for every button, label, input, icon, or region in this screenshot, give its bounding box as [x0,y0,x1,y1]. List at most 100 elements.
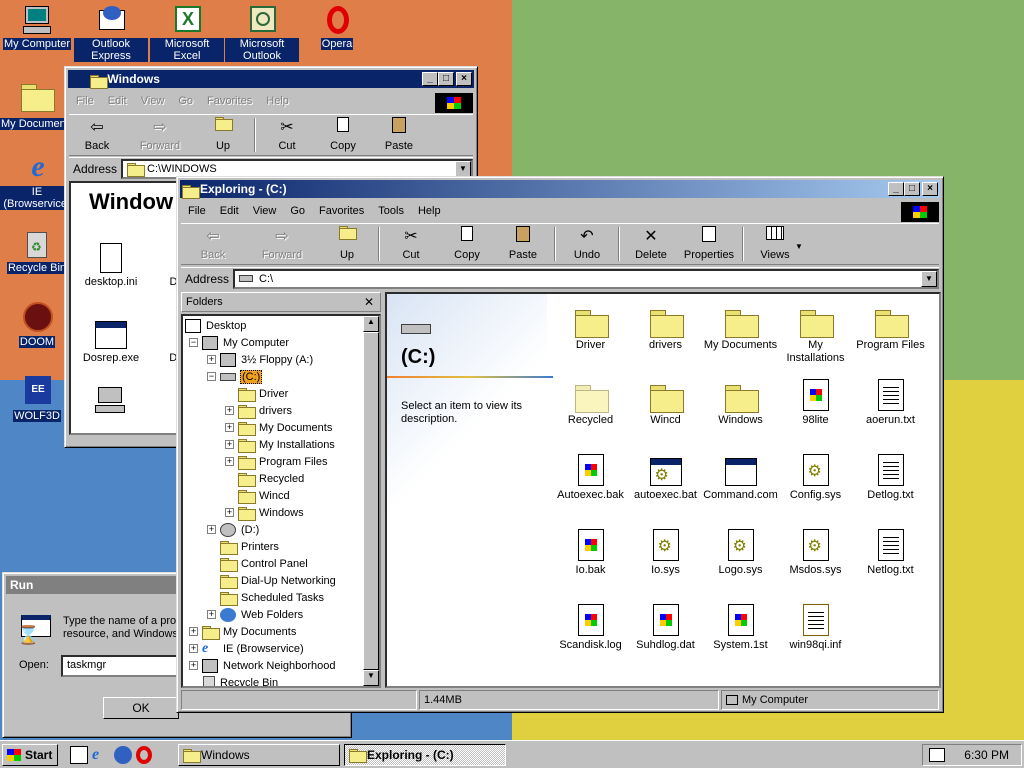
file-item[interactable]: autoexec.bat [628,448,703,502]
outlook-express-icon[interactable] [114,746,132,764]
scheduler-tray-icon[interactable] [929,748,945,762]
file-item[interactable]: Io.bak [553,523,628,577]
file-item[interactable]: My Documents [703,298,778,352]
windows-title-bar[interactable]: Windows _ □ × [68,70,474,89]
taskbar-windows[interactable]: Windows [178,744,340,766]
delete-button[interactable]: ✕ Delete [623,224,679,264]
menu-help[interactable]: Help [411,205,448,217]
copy-button[interactable]: Copy [315,115,371,155]
menu-favorites[interactable]: Favorites [312,205,371,217]
file-item[interactable]: win98qi.inf [778,598,853,652]
show-desktop-icon[interactable] [70,746,88,764]
file-item[interactable]: My Installations [778,298,853,365]
file-item[interactable]: Io.sys [628,523,703,577]
expand-icon[interactable]: + [225,457,234,466]
tree-item-recycle-bin[interactable]: Recycle Bin [203,674,279,686]
file-item[interactable]: Config.sys [778,448,853,502]
tree-item-drivers[interactable]: + drivers [225,402,293,419]
file-item[interactable]: Scandisk.log [553,598,628,652]
expand-icon[interactable]: + [225,423,234,432]
up-button[interactable]: Up [319,224,375,264]
collapse-icon[interactable]: − [207,372,216,381]
tree-item-floppy[interactable]: +3½ Floppy (A:) [207,351,314,368]
tree-scrollbar[interactable]: ▲ ▼ [363,316,379,686]
expand-icon[interactable]: + [189,627,198,636]
close-button[interactable]: × [922,182,938,196]
explorer-title-bar[interactable]: Exploring - (C:) _ □ × [180,180,940,199]
tree-item-d-drive[interactable]: + (D:) [207,521,260,538]
file-item[interactable]: Logo.sys [703,523,778,577]
tree-item-recycled[interactable]: Recycled [238,470,305,487]
desktop-icon-my-computer[interactable]: My Computer [0,4,74,50]
menu-go[interactable]: Go [283,205,312,217]
tree-item-scheduled-tasks[interactable]: Scheduled Tasks [220,589,325,606]
desktop-icon-outlook-express[interactable]: Outlook Express [74,4,148,62]
explorer-window[interactable]: Exploring - (C:) _ □ × File Edit View Go… [176,176,944,713]
tree-item-my-documents-c[interactable]: + My Documents [225,419,333,436]
properties-button[interactable]: Properties [679,224,739,264]
file-item[interactable]: Program Files [853,298,928,352]
views-dropdown-icon[interactable]: ▼ [795,242,803,251]
close-folders-icon[interactable]: ✕ [364,295,374,309]
tree-item-dial-up[interactable]: Dial-Up Networking [220,572,337,589]
maximize-button[interactable]: □ [904,182,920,196]
explorer-address-input[interactable]: C:\ ▼ [233,268,939,289]
desktop-icon-outlook[interactable]: Microsoft Outlook [225,4,299,62]
expand-icon[interactable]: + [207,525,216,534]
tree-item-network[interactable]: + Network Neighborhood [189,657,337,674]
minimize-button[interactable]: _ [888,182,904,196]
start-button[interactable]: Start [2,744,58,766]
tree-item-desktop[interactable]: Desktop [185,317,247,334]
back-button[interactable]: ⇦ Back [181,224,245,264]
file-item[interactable]: System.1st [703,598,778,652]
tree-item-program-files[interactable]: + Program Files [225,453,328,470]
collapse-icon[interactable]: − [189,338,198,347]
expand-icon[interactable]: + [225,440,234,449]
up-button[interactable]: Up [195,115,251,155]
desktop-icon-opera[interactable]: Opera [300,4,374,50]
desktop-icon-my-documents[interactable]: My Documents [0,80,76,130]
expand-icon[interactable]: + [189,644,198,653]
file-item[interactable]: Wincd [628,373,703,427]
tree-item-wincd[interactable]: Wincd [238,487,291,504]
file-item[interactable]: Detlog.txt [853,448,928,502]
expand-icon[interactable]: + [189,661,198,670]
run-open-input[interactable]: taskmgr [61,655,191,677]
desktop-icon-recycle-bin[interactable]: ♻ Recycle Bin [0,228,74,274]
tree-item-windows[interactable]: + Windows [225,504,305,521]
paste-button[interactable]: Paste [495,224,551,264]
tree-item-my-documents[interactable]: + My Documents [189,623,297,640]
menu-file[interactable]: File [181,205,213,217]
scroll-thumb[interactable] [363,332,379,670]
menu-edit[interactable]: Edit [213,205,246,217]
tree-item-my-installations[interactable]: + My Installations [225,436,336,453]
file-item[interactable]: Recycled [553,373,628,427]
file-item[interactable]: 98lite [778,373,853,427]
tree-item-driver[interactable]: Driver [238,385,289,402]
menu-help[interactable]: Help [259,95,296,107]
file-item[interactable]: Autoexec.bak [553,448,628,502]
internet-explorer-icon[interactable]: e [92,746,110,764]
dropdown-arrow-icon[interactable]: ▼ [921,270,937,287]
file-item[interactable]: Driver [553,298,628,352]
expand-icon[interactable]: + [225,406,234,415]
minimize-button[interactable]: _ [422,72,438,86]
paste-button[interactable]: Paste [371,115,427,155]
expand-icon[interactable]: + [207,355,216,364]
desktop-icon-doom[interactable]: DOOM [0,302,74,348]
tree-item-c-drive[interactable]: − (C:) [207,368,263,385]
run-ok-button[interactable]: OK [103,697,179,719]
undo-button[interactable]: ↶ Undo [559,224,615,264]
menu-tools[interactable]: Tools [371,205,411,217]
forward-button[interactable]: ⇨ Forward [245,224,319,264]
menu-view[interactable]: View [246,205,284,217]
scroll-up-icon[interactable]: ▲ [363,316,379,332]
file-item[interactable]: aoerun.txt [853,373,928,427]
opera-icon[interactable] [136,746,152,764]
tree-item-control-panel[interactable]: Control Panel [220,555,309,572]
menu-file[interactable]: File [69,95,101,107]
expand-icon[interactable]: + [225,508,234,517]
file-item[interactable]: Suhdlog.dat [628,598,703,652]
file-item[interactable]: Windows [703,373,778,427]
menu-go[interactable]: Go [171,95,200,107]
